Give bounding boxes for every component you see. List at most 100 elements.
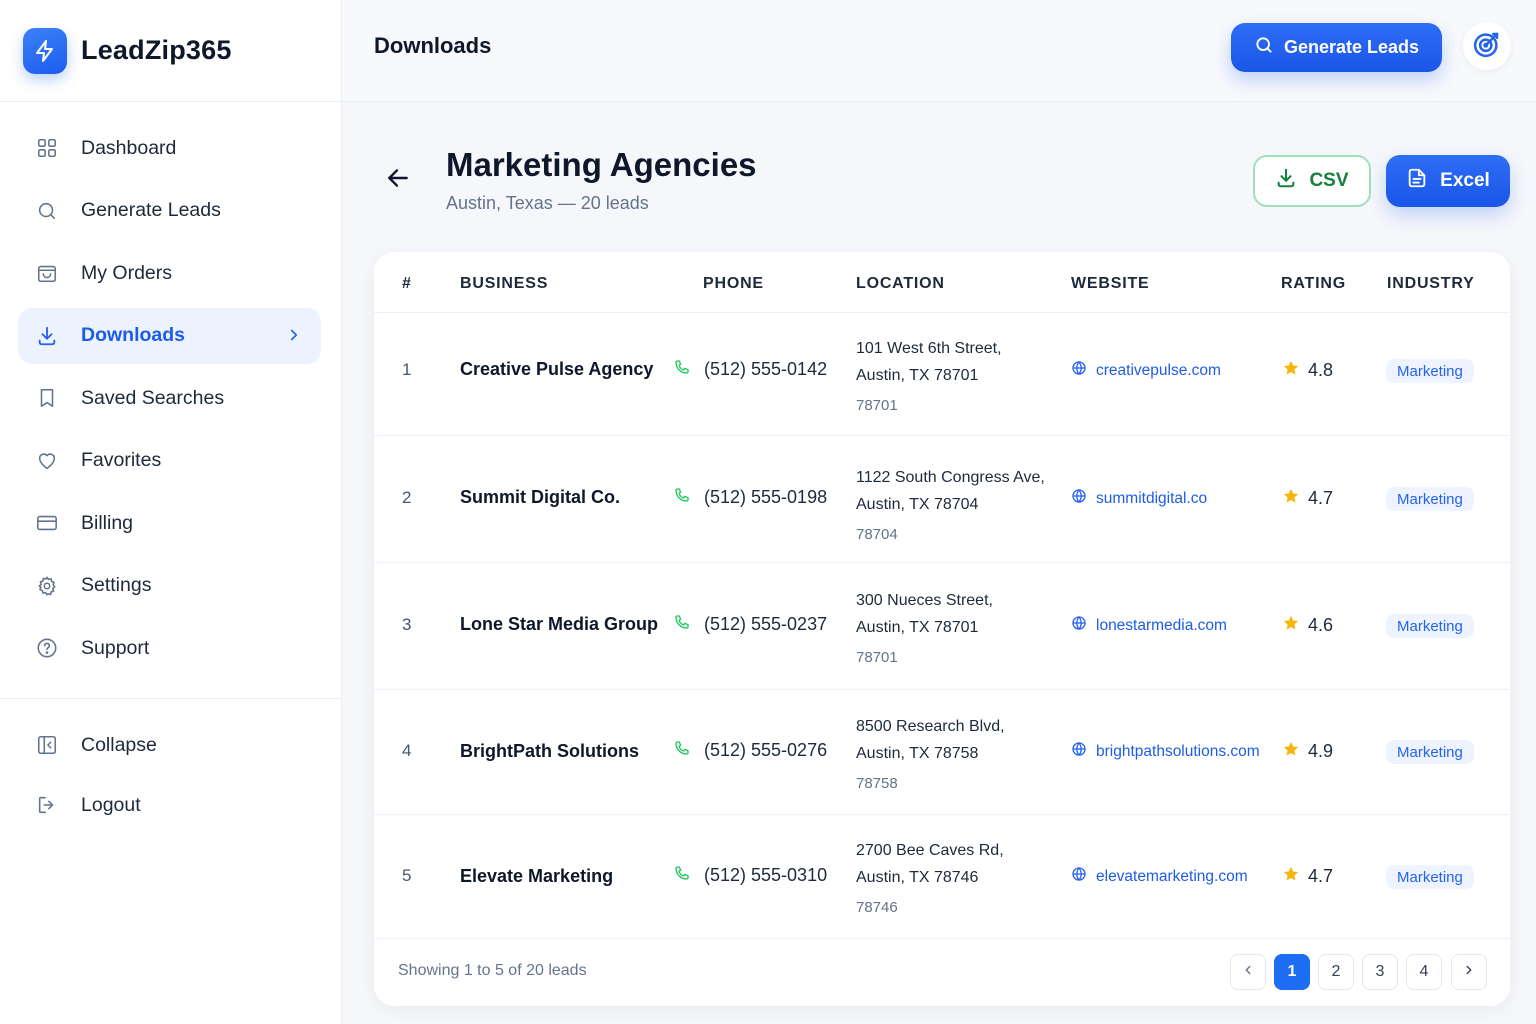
zip-code: 78758 [856, 775, 898, 792]
sidebar-item-billing[interactable]: Billing [18, 495, 321, 551]
rating-value: 4.6 [1308, 615, 1334, 635]
row-number: 1 [402, 360, 412, 379]
row-number: 2 [402, 488, 412, 507]
sidebar-item-favorites[interactable]: Favorites [18, 433, 321, 489]
sidebar-item-generate-leads[interactable]: Generate Leads [18, 183, 321, 239]
pagination-page-button[interactable]: 2 [1318, 954, 1354, 990]
generate-leads-label: Generate Leads [1283, 37, 1420, 57]
search-icon [1254, 35, 1274, 60]
table-row[interactable]: 5 Elevate Marketing (512) 555-0310 2700 … [374, 815, 1510, 939]
phone-number: (512) 555-0276 [704, 740, 828, 760]
zip-code: 78701 [856, 397, 898, 414]
column-header-location: LOCATION [856, 275, 945, 292]
table-row[interactable]: 1 Creative Pulse Agency (512) 555-0142 1… [374, 313, 1510, 436]
pagination-page-button[interactable]: 1 [1274, 954, 1310, 990]
excel-download-button[interactable]: Excel [1386, 155, 1510, 207]
brand: LeadZip365 [0, 0, 341, 102]
search-icon [35, 199, 59, 223]
website-link[interactable]: brightpathsolutions.com [1071, 741, 1260, 762]
list-subtitle: Austin, Texas — 20 leads [446, 193, 649, 213]
collapse-button[interactable]: Collapse [18, 717, 322, 773]
phone-cell[interactable]: (512) 555-0198 [674, 487, 827, 508]
credit-card-icon [35, 511, 59, 535]
row-number: 4 [402, 741, 412, 760]
pagination-next-button[interactable] [1451, 954, 1487, 990]
generate-leads-button[interactable]: Generate Leads [1231, 23, 1442, 72]
sidebar-item-dashboard[interactable]: Dashboard [18, 120, 321, 176]
phone-cell[interactable]: (512) 555-0142 [674, 359, 827, 380]
csv-download-button[interactable]: CSV [1253, 155, 1371, 207]
sidebar-item-saved-searches[interactable]: Saved Searches [18, 370, 321, 426]
column-header-website: WEBSITE [1071, 275, 1150, 292]
phone-cell[interactable]: (512) 555-0237 [674, 614, 827, 635]
phone-icon [674, 487, 690, 508]
page-title: Downloads [374, 33, 492, 58]
business-name: Elevate Marketing [460, 866, 614, 886]
sidebar-bottom: Collapse Logout [0, 717, 342, 837]
zip-code: 78704 [856, 526, 898, 543]
column-header-phone: PHONE [703, 275, 764, 292]
table-row[interactable]: 2 Summit Digital Co. (512) 555-0198 1122… [374, 436, 1510, 563]
globe-icon [1071, 360, 1087, 381]
sidebar-item-label: My Orders [81, 261, 173, 284]
rating-cell: 4.7 [1282, 865, 1333, 888]
city-address: Austin, TX 78758 [856, 745, 979, 762]
column-header-business: BUSINESS [460, 275, 549, 292]
location-cell: 1122 South Congress Ave, Austin, TX 7870… [856, 464, 1045, 548]
business-name: BrightPath Solutions [460, 741, 639, 761]
logout-icon [35, 793, 59, 817]
topbar: Downloads Generate Leads [342, 0, 1536, 102]
csv-label: CSV [1309, 170, 1349, 191]
sidebar-item-settings[interactable]: Settings [18, 558, 321, 614]
help-circle-icon [35, 636, 59, 660]
globe-icon [1071, 615, 1087, 636]
star-icon [1282, 740, 1300, 763]
zip-code: 78746 [856, 899, 898, 916]
rating-cell: 4.7 [1282, 487, 1333, 510]
location-cell: 8500 Research Blvd, Austin, TX 78758 787… [856, 713, 1005, 797]
street-address: 300 Nueces Street, [856, 592, 993, 609]
phone-cell[interactable]: (512) 555-0310 [674, 865, 827, 886]
location-cell: 300 Nueces Street, Austin, TX 78701 7870… [856, 587, 993, 671]
website-link[interactable]: creativepulse.com [1071, 360, 1221, 381]
sidebar-item-label: Billing [81, 511, 134, 534]
pagination-prev-button[interactable] [1230, 954, 1266, 990]
industry-badge: Marketing [1386, 614, 1474, 638]
street-address: 101 West 6th Street, [856, 340, 1002, 357]
website-link[interactable]: summitdigital.co [1071, 488, 1207, 509]
pagination-page-button[interactable]: 4 [1406, 954, 1442, 990]
star-icon [1282, 614, 1300, 637]
rating-cell: 4.9 [1282, 740, 1333, 763]
logout-label: Logout [81, 793, 141, 816]
business-name: Lone Star Media Group [460, 614, 659, 634]
download-icon [35, 324, 59, 348]
bookmark-icon [35, 386, 59, 410]
rating-cell: 4.8 [1282, 359, 1333, 382]
sidebar-item-support[interactable]: Support [18, 620, 321, 676]
street-address: 2700 Bee Caves Rd, [856, 842, 1004, 859]
star-icon [1282, 359, 1300, 382]
phone-icon [674, 614, 690, 635]
row-number: 5 [402, 866, 412, 885]
website-url: summitdigital.co [1096, 489, 1208, 507]
website-link[interactable]: lonestarmedia.com [1071, 615, 1227, 636]
location-cell: 2700 Bee Caves Rd, Austin, TX 78746 7874… [856, 837, 1004, 921]
sidebar-item-downloads[interactable]: Downloads [18, 307, 321, 364]
table-row[interactable]: 4 BrightPath Solutions (512) 555-0276 85… [374, 690, 1510, 815]
globe-icon [1071, 741, 1087, 762]
target-button[interactable] [1463, 22, 1511, 70]
heart-icon [35, 449, 59, 473]
back-button[interactable] [384, 166, 412, 194]
arrow-left-icon [385, 165, 411, 196]
sidebar-item-my-orders[interactable]: My Orders [18, 245, 321, 301]
website-link[interactable]: elevatemarketing.com [1071, 866, 1248, 887]
table-row[interactable]: 3 Lone Star Media Group (512) 555-0237 3… [374, 563, 1510, 690]
phone-cell[interactable]: (512) 555-0276 [674, 740, 827, 761]
city-address: Austin, TX 78746 [856, 869, 979, 886]
pagination-page-button[interactable]: 3 [1362, 954, 1398, 990]
phone-icon [674, 740, 690, 761]
logout-button[interactable]: Logout [18, 777, 322, 833]
sidebar-nav: Dashboard Generate Leads My Orders Downl… [0, 102, 341, 676]
phone-number: (512) 555-0142 [704, 359, 828, 379]
rating-cell: 4.6 [1282, 614, 1333, 637]
